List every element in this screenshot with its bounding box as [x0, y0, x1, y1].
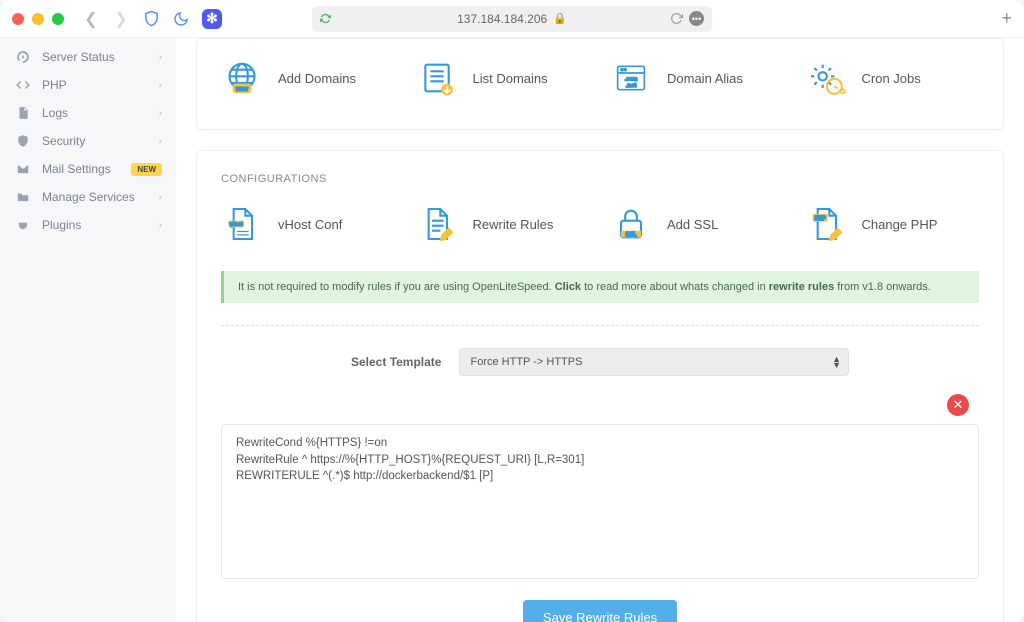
save-rewrite-rules-button[interactable]: Save Rewrite Rules	[523, 600, 677, 622]
dashboard-icon	[14, 50, 32, 64]
maximize-window-icon[interactable]	[52, 13, 64, 25]
configurations-card: CONFIGURATIONS vHost vHost Conf Rewrite …	[196, 150, 1004, 622]
tile-label: Change PHP	[862, 217, 938, 232]
list-domains-icon	[416, 57, 458, 99]
tile-label: Rewrite Rules	[473, 217, 554, 232]
sidebar-item-plugins[interactable]: Plugins ›	[0, 211, 176, 239]
plug-icon	[14, 218, 32, 232]
sidebar: Server Status › PHP › Logs › Security › …	[0, 38, 176, 622]
info-banner: It is not required to modify rules if yo…	[221, 271, 979, 303]
code-icon	[14, 78, 32, 92]
svg-text:SSL: SSL	[626, 232, 637, 238]
tile-label: vHost Conf	[278, 217, 342, 232]
svg-text:PHP: PHP	[815, 216, 826, 222]
svg-text:.net: .net	[626, 83, 636, 89]
forward-icon[interactable]: ❯	[112, 10, 130, 28]
sidebar-item-security[interactable]: Security ›	[0, 127, 176, 155]
svg-text:vHost: vHost	[230, 222, 243, 227]
domains-card: www Add Domains List Domains .com.net	[196, 38, 1004, 130]
sidebar-label: Manage Services	[42, 190, 135, 204]
more-icon[interactable]: •••	[689, 11, 704, 26]
rewrite-rules-textarea[interactable]	[221, 424, 979, 579]
php-change-icon: PHP	[805, 203, 847, 245]
chevron-right-icon: ›	[159, 220, 162, 231]
sidebar-item-server-status[interactable]: Server Status ›	[0, 43, 176, 71]
reload-icon[interactable]	[670, 12, 683, 25]
banner-click-link[interactable]: Click	[555, 281, 581, 293]
tile-label: Cron Jobs	[862, 71, 921, 86]
sidebar-label: PHP	[42, 78, 67, 92]
url-text: 137.184.184.206	[457, 12, 547, 26]
globe-www-icon: www	[221, 57, 263, 99]
chevron-right-icon: ›	[159, 108, 162, 119]
tile-vhost-conf[interactable]: vHost vHost Conf	[221, 203, 396, 245]
sidebar-label: Plugins	[42, 218, 81, 232]
svg-text:www: www	[235, 87, 248, 93]
traffic-lights	[12, 13, 64, 25]
clock-gear-icon	[805, 57, 847, 99]
file-icon	[14, 106, 32, 120]
close-window-icon[interactable]	[12, 13, 24, 25]
sidebar-label: Mail Settings	[42, 162, 111, 176]
sidebar-label: Logs	[42, 106, 68, 120]
chevron-right-icon: ›	[159, 192, 162, 203]
template-label: Select Template	[351, 355, 441, 369]
lock-icon: 🔒	[553, 12, 567, 25]
domain-alias-icon: .com.net	[610, 57, 652, 99]
mail-icon	[14, 162, 32, 176]
back-icon[interactable]: ❮	[82, 10, 100, 28]
moon-icon[interactable]	[172, 10, 190, 28]
sidebar-label: Server Status	[42, 50, 115, 64]
tile-domain-alias[interactable]: .com.net Domain Alias	[610, 57, 785, 99]
close-button[interactable]: ✕	[947, 394, 969, 416]
tile-label: Add Domains	[278, 71, 356, 86]
template-selected: Force HTTP -> HTTPS	[470, 356, 582, 368]
url-bar[interactable]: 137.184.184.206 🔒 •••	[312, 6, 712, 32]
chevron-right-icon: ›	[159, 52, 162, 63]
tile-list-domains[interactable]: List Domains	[416, 57, 591, 99]
template-select[interactable]: Force HTTP -> HTTPS ▲▼	[459, 348, 849, 376]
rewrite-icon	[416, 203, 458, 245]
sidebar-label: Security	[42, 134, 85, 148]
titlebar: ❮ ❯ ✻ 137.184.184.206 🔒 ••• +	[0, 0, 1024, 38]
tile-change-php[interactable]: PHP Change PHP	[805, 203, 980, 245]
vhost-icon: vHost	[221, 203, 263, 245]
sync-icon	[320, 13, 331, 24]
tile-label: Add SSL	[667, 217, 718, 232]
main-content: www Add Domains List Domains .com.net	[176, 38, 1024, 622]
folder-icon	[14, 190, 32, 204]
select-arrows-icon: ▲▼	[832, 356, 841, 368]
config-heading: CONFIGURATIONS	[221, 173, 979, 185]
divider	[221, 325, 979, 326]
tile-add-ssl[interactable]: SSL Add SSL	[610, 203, 785, 245]
chevron-right-icon: ›	[159, 136, 162, 147]
tile-add-domains[interactable]: www Add Domains	[221, 57, 396, 99]
ssl-icon: SSL	[610, 203, 652, 245]
tile-cron-jobs[interactable]: Cron Jobs	[805, 57, 980, 99]
sidebar-item-logs[interactable]: Logs ›	[0, 99, 176, 127]
tile-rewrite-rules[interactable]: Rewrite Rules	[416, 203, 591, 245]
tile-label: List Domains	[473, 71, 548, 86]
sidebar-item-php[interactable]: PHP ›	[0, 71, 176, 99]
svg-text:.com: .com	[625, 77, 638, 83]
shield-icon	[14, 134, 32, 148]
sidebar-item-manage-services[interactable]: Manage Services ›	[0, 183, 176, 211]
minimize-window-icon[interactable]	[32, 13, 44, 25]
sidebar-item-mail-settings[interactable]: Mail Settings NEW	[0, 155, 176, 183]
tile-label: Domain Alias	[667, 71, 743, 86]
extension-icon[interactable]: ✻	[202, 9, 222, 29]
shield-browser-icon[interactable]	[142, 10, 160, 28]
new-tab-button[interactable]: +	[1001, 8, 1012, 29]
chevron-right-icon: ›	[159, 80, 162, 91]
new-badge: NEW	[131, 163, 162, 176]
